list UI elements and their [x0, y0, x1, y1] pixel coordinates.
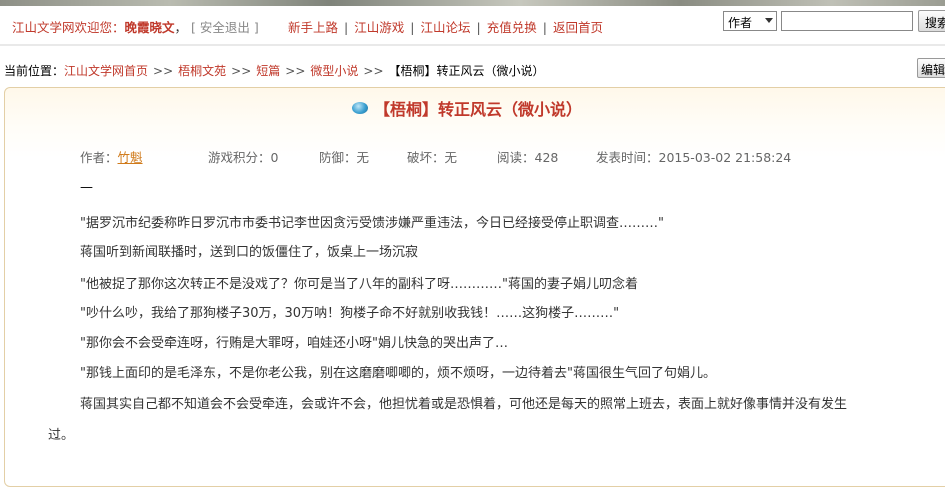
username[interactable]: 晚霞晓文 [125, 20, 175, 35]
nav-divider: | [410, 20, 415, 35]
search-type-value: 作者 [728, 16, 753, 30]
edit-button[interactable]: 编辑 [917, 58, 945, 78]
search-button[interactable]: 搜索 [918, 10, 945, 32]
breadcrumb-short[interactable]: 短篇 [256, 64, 280, 78]
article-paragraph: "吵什么吵，我给了那狗楼子30万，30万呐！狗楼子命不好就别收我钱！……这狗楼子… [80, 306, 620, 321]
breadcrumb-separator: >> [231, 64, 252, 78]
nav-recharge[interactable]: 充值兑换 [487, 20, 537, 35]
search-type-select[interactable]: 作者 [723, 11, 777, 31]
welcome-comma: ， [174, 20, 188, 35]
breadcrumb-current: 【梧桐】转正风云（微小说） [388, 64, 545, 78]
nav-games[interactable]: 江山游戏 [354, 20, 404, 35]
read-count: 阅读：428 [497, 150, 559, 165]
defense-stat: 防御：无 [319, 150, 370, 165]
breadcrumb-separator: >> [285, 64, 306, 78]
article-paragraph: 蒋国听到新闻联播时，送到口的饭僵住了，饭桌上一场沉寂 [80, 245, 419, 260]
article-paragraph: "那你会不会受牵连呀，行贿是大罪呀，咱娃还小呀"娟儿快急的哭出声了… [80, 336, 508, 351]
logout-link[interactable]: [ 安全退出 ] [191, 20, 259, 35]
article-title-row: 【梧桐】转正风云（微小说） [352, 96, 582, 120]
article-title: 【梧桐】转正风云（微小说） [374, 100, 583, 119]
breadcrumb-separator: >> [153, 64, 174, 78]
breadcrumb-micro-fiction[interactable]: 微型小说 [310, 64, 358, 78]
breadcrumb-wutong[interactable]: 梧桐文苑 [178, 64, 226, 78]
publish-time: 发表时间：2015-03-02 21:58:24 [596, 150, 792, 165]
breadcrumb-separator: >> [363, 64, 384, 78]
breadcrumb-home[interactable]: 江山文学网首页 [64, 64, 148, 78]
author-meta: 作者：竹魁 [80, 147, 143, 166]
nav-newbie[interactable]: 新手上路 [288, 20, 338, 35]
article-paragraph: "他被捉了那你这次转正不是没戏了？你可是当了八年的副科了呀…………"蒋国的妻子娟… [80, 277, 638, 292]
nav-forum[interactable]: 江山论坛 [420, 20, 470, 35]
nav-home[interactable]: 返回首页 [553, 20, 603, 35]
author-label: 作者： [80, 150, 118, 165]
article-paragraph: 过。 [48, 428, 75, 443]
article-dash: — [80, 180, 93, 195]
search-input[interactable] [781, 11, 913, 31]
article-paragraph: 蒋国其实自己都不知道会不会受牵连，会或许不会，他担忧着或是恐惧着，可他还是每天的… [80, 397, 848, 412]
header-divider [0, 44, 945, 46]
chevron-down-icon [765, 18, 773, 23]
game-points: 游戏积分：0 [208, 150, 279, 165]
top-nav: 新手上路 | 江山游戏 | 江山论坛 | 充值兑换 | 返回首页 [288, 17, 603, 36]
nav-divider: | [344, 20, 349, 35]
bullet-icon [352, 102, 368, 114]
breadcrumb: 当前位置：江山文学网首页 >> 梧桐文苑 >> 短篇 >> 微型小说 >> 【梧桐】转正风云（微… [4, 62, 545, 79]
breadcrumb-label: 当前位置： [4, 64, 65, 78]
article-paragraph: "那钱上面印的是毛泽东，不是你老公我，别在这磨磨唧唧的，烦不烦呀，一边待着去"蒋… [80, 366, 716, 381]
nav-divider: | [476, 20, 481, 35]
author-link[interactable]: 竹魁 [118, 150, 143, 165]
article-paragraph: "据罗沉市纪委称昨日罗沉市市委书记李世因贪污受馈涉嫌严重违法，今日已经接受停止职… [80, 216, 664, 231]
nav-divider: | [542, 20, 547, 35]
damage-stat: 破坏：无 [407, 150, 458, 165]
welcome-text: 江山文学网欢迎您：晚霞晓文， [ 安全退出 ] [12, 17, 259, 36]
welcome-prefix: 江山文学网欢迎您： [12, 20, 125, 35]
